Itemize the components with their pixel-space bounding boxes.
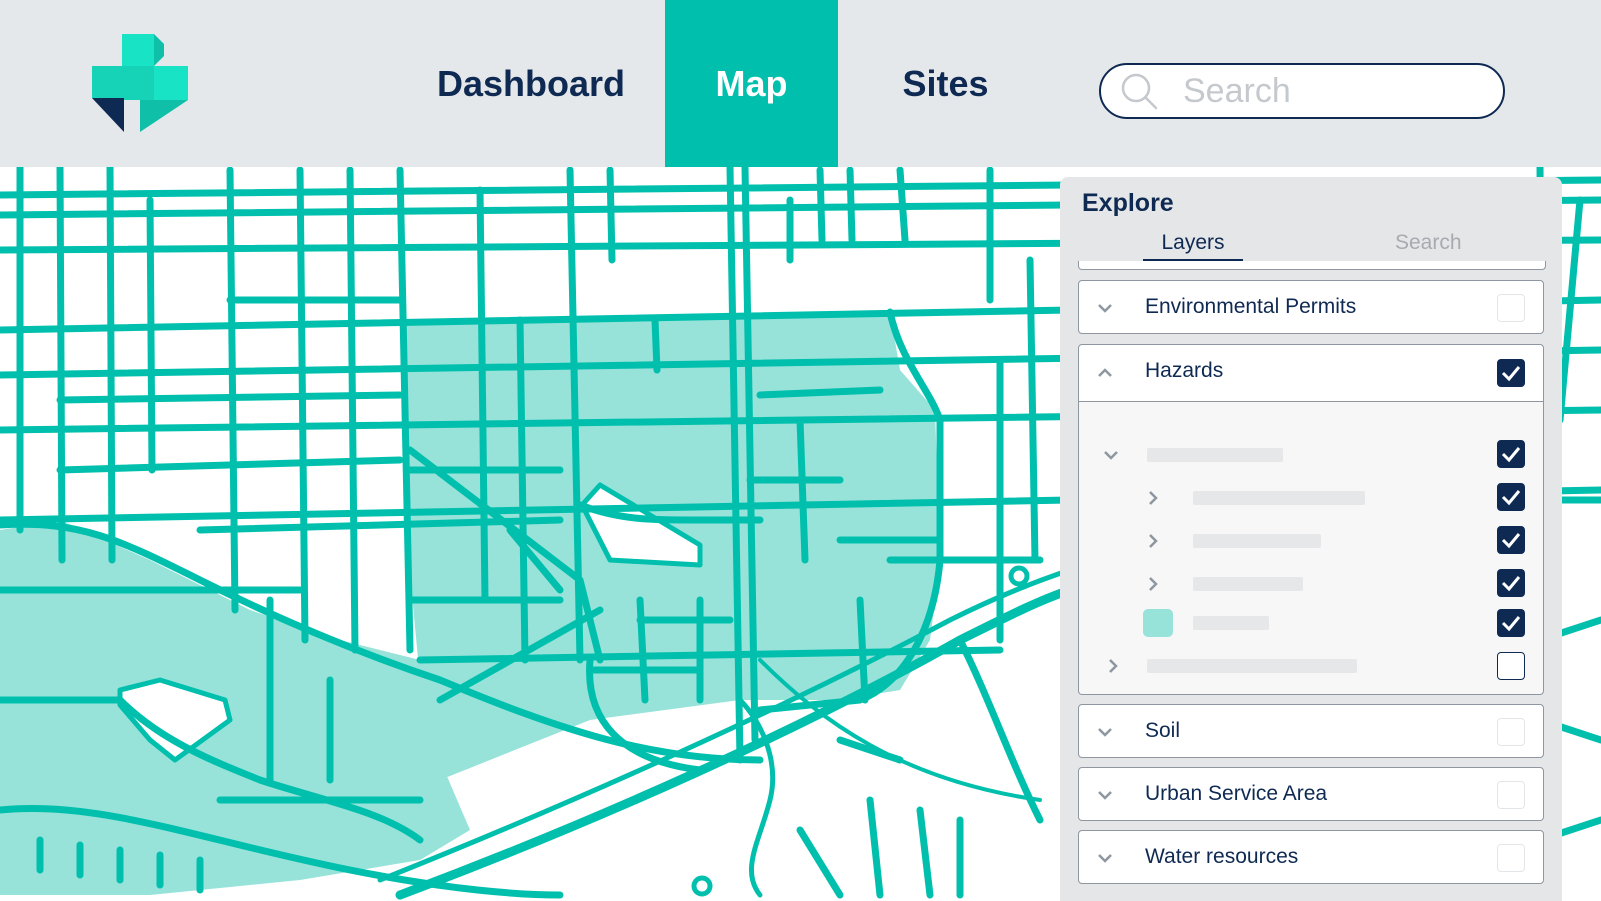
chevron-right-icon[interactable]: [1145, 533, 1161, 549]
global-search[interactable]: [1099, 63, 1505, 119]
checkmark-icon: [1501, 616, 1521, 632]
checkmark-icon: [1501, 490, 1521, 506]
search-input[interactable]: [1181, 70, 1485, 112]
sublayer-label-placeholder: [1193, 577, 1303, 591]
layer-label: Environmental Permits: [1145, 295, 1357, 318]
top-nav-bar: Dashboard Map Sites: [0, 0, 1601, 167]
sublayer-checkbox[interactable]: [1497, 483, 1525, 511]
sublayer-label-placeholder: [1193, 491, 1365, 505]
chevron-down-icon[interactable]: [1097, 850, 1113, 866]
legend-swatch: [1143, 609, 1173, 637]
layer-row-hazards[interactable]: Hazards: [1078, 344, 1544, 402]
chevron-right-icon[interactable]: [1145, 490, 1161, 506]
sublayer-label-placeholder: [1147, 448, 1283, 462]
list-top-edge: [1078, 261, 1546, 270]
nav-map[interactable]: Map: [665, 0, 838, 167]
nav-dashboard[interactable]: Dashboard: [425, 0, 637, 167]
sublayer-checkbox[interactable]: [1497, 440, 1525, 468]
sublayer-checkbox[interactable]: [1497, 609, 1525, 637]
checkmark-icon: [1501, 576, 1521, 592]
layer-checkbox[interactable]: [1497, 359, 1525, 387]
checkmark-icon: [1501, 533, 1521, 549]
layer-label: Hazards: [1145, 359, 1224, 382]
explore-panel: Explore Layers Search Environmental Perm…: [1060, 177, 1562, 901]
chevron-down-icon[interactable]: [1097, 787, 1113, 803]
logo-mark[interactable]: [92, 34, 192, 134]
panel-title: Explore: [1082, 189, 1174, 217]
layer-checkbox[interactable]: [1497, 294, 1525, 322]
layer-row-environmental-permits[interactable]: Environmental Permits: [1078, 280, 1544, 334]
chevron-up-icon[interactable]: [1097, 365, 1113, 381]
sublayer-label-placeholder: [1193, 534, 1321, 548]
layer-checkbox[interactable]: [1497, 718, 1525, 746]
search-icon: [1121, 73, 1158, 110]
sublayer-checkbox[interactable]: [1497, 652, 1525, 680]
hazards-sublayers: [1078, 402, 1544, 695]
chevron-down-icon[interactable]: [1097, 300, 1113, 316]
checkmark-icon: [1501, 366, 1521, 382]
layer-label: Water resources: [1145, 845, 1299, 868]
layer-row-urban-service-area[interactable]: Urban Service Area: [1078, 767, 1544, 821]
chevron-right-icon[interactable]: [1145, 576, 1161, 592]
layer-checkbox[interactable]: [1497, 844, 1525, 872]
layer-row-water-resources[interactable]: Water resources: [1078, 830, 1544, 884]
layer-row-soil[interactable]: Soil: [1078, 704, 1544, 758]
layer-label: Soil: [1145, 719, 1181, 742]
sublayer-checkbox[interactable]: [1497, 526, 1525, 554]
chevron-down-icon[interactable]: [1097, 724, 1113, 740]
chevron-down-icon[interactable]: [1103, 447, 1119, 463]
layer-label: Urban Service Area: [1145, 782, 1328, 805]
checkmark-icon: [1501, 447, 1521, 463]
layer-checkbox[interactable]: [1497, 781, 1525, 809]
tab-search[interactable]: Search: [1395, 231, 1462, 255]
sublayer-checkbox[interactable]: [1497, 569, 1525, 597]
chevron-right-icon[interactable]: [1105, 658, 1121, 674]
sublayer-label-placeholder: [1147, 659, 1357, 673]
sublayer-label-placeholder: [1193, 616, 1269, 630]
nav-sites[interactable]: Sites: [878, 0, 1013, 167]
tab-layers[interactable]: Layers: [1143, 231, 1243, 262]
